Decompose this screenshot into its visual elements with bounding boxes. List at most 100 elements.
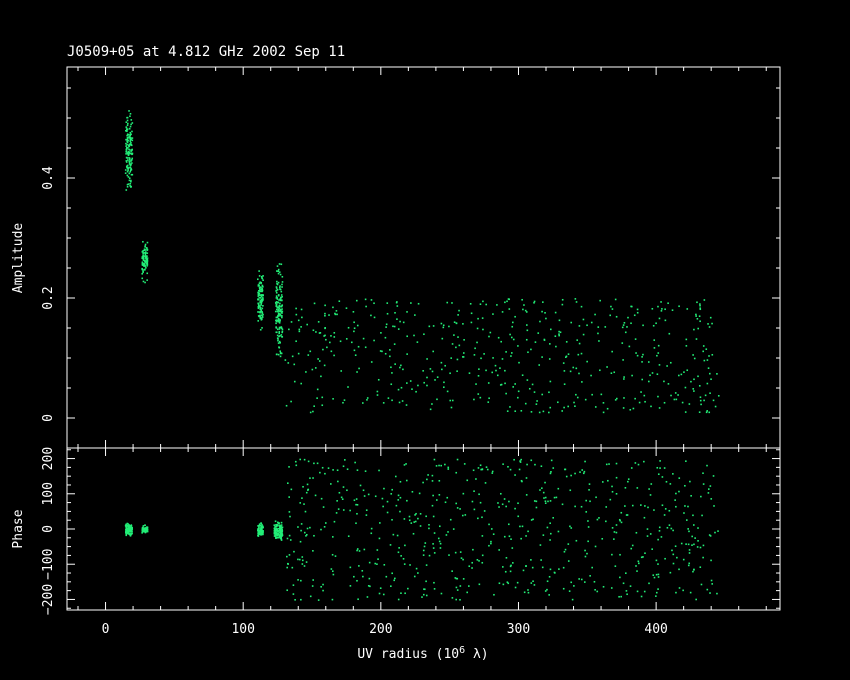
data-point	[540, 559, 542, 561]
data-point	[412, 532, 415, 535]
data-point	[668, 524, 671, 526]
data-point	[355, 522, 357, 525]
data-point	[462, 352, 465, 354]
data-point	[562, 566, 565, 569]
data-point	[300, 523, 303, 525]
data-point	[394, 577, 396, 580]
data-point	[357, 598, 359, 601]
data-point	[567, 560, 570, 562]
data-point	[580, 352, 583, 355]
data-point	[626, 593, 628, 596]
data-point	[382, 402, 385, 404]
data-point	[127, 183, 130, 185]
data-point	[485, 369, 487, 372]
data-point	[473, 398, 475, 401]
data-point	[422, 370, 424, 372]
data-point	[462, 492, 465, 495]
data-point	[446, 496, 449, 499]
data-point	[330, 483, 332, 485]
data-point	[561, 298, 564, 301]
data-point	[635, 352, 637, 354]
data-point	[127, 159, 129, 161]
data-point	[656, 354, 658, 357]
data-point	[619, 576, 621, 579]
data-point	[309, 477, 311, 479]
data-point	[464, 514, 467, 516]
data-point	[549, 343, 551, 345]
data-point	[311, 368, 314, 371]
data-point	[664, 308, 666, 311]
data-point	[398, 401, 401, 404]
data-point	[297, 352, 300, 355]
data-point	[364, 298, 367, 301]
data-point	[131, 526, 133, 529]
data-point	[634, 462, 637, 464]
data-point	[648, 488, 650, 490]
data-point	[275, 525, 278, 527]
data-point	[691, 535, 693, 538]
data-point	[391, 372, 393, 374]
data-point	[623, 397, 625, 399]
data-point	[127, 527, 130, 530]
data-point	[563, 370, 566, 372]
data-point	[143, 264, 146, 266]
data-point	[447, 468, 450, 470]
data-point	[128, 127, 131, 130]
data-point	[406, 311, 408, 313]
data-point	[278, 271, 281, 273]
data-point	[615, 531, 618, 534]
data-point	[632, 407, 635, 410]
data-point	[651, 372, 654, 374]
data-point	[582, 318, 585, 321]
data-point	[583, 581, 586, 583]
data-point	[392, 533, 395, 536]
data-point	[557, 530, 560, 533]
data-point	[358, 550, 361, 552]
data-point	[334, 313, 337, 316]
data-point	[658, 526, 661, 529]
amplitude-ylabel: Amplitude	[11, 223, 26, 294]
data-point	[437, 537, 440, 540]
data-point	[711, 353, 714, 356]
data-point	[601, 538, 604, 540]
data-point	[490, 540, 492, 543]
data-point	[629, 585, 632, 587]
data-point	[622, 407, 625, 409]
data-point	[578, 325, 581, 327]
data-point	[525, 535, 527, 537]
phase-ticks: −200 −100 0 100 200	[41, 447, 780, 615]
data-point	[400, 386, 403, 389]
data-point	[530, 348, 532, 351]
data-point	[377, 558, 379, 560]
data-point	[535, 500, 538, 503]
data-point	[129, 112, 132, 115]
data-point	[591, 566, 593, 569]
data-point	[598, 340, 600, 342]
data-point	[316, 462, 319, 465]
data-point	[399, 510, 401, 513]
data-point	[129, 182, 132, 185]
data-point	[574, 472, 576, 475]
data-point	[686, 308, 689, 310]
data-point	[601, 481, 604, 483]
data-point	[261, 286, 264, 288]
data-point	[402, 558, 405, 560]
data-point	[397, 551, 400, 554]
data-point	[485, 466, 488, 468]
data-point	[626, 326, 628, 328]
data-point	[345, 307, 348, 309]
data-point	[541, 393, 544, 396]
data-point	[512, 321, 514, 324]
data-point	[277, 318, 280, 320]
data-point	[312, 410, 314, 413]
data-point	[146, 262, 149, 265]
data-point	[685, 345, 688, 347]
data-point	[262, 533, 264, 536]
data-point	[613, 538, 615, 540]
phase-ylabel: Phase	[11, 509, 26, 548]
data-point	[295, 340, 297, 343]
data-point	[342, 486, 345, 488]
data-point	[413, 575, 416, 578]
data-point	[653, 576, 656, 579]
amplitude-points	[124, 110, 720, 414]
